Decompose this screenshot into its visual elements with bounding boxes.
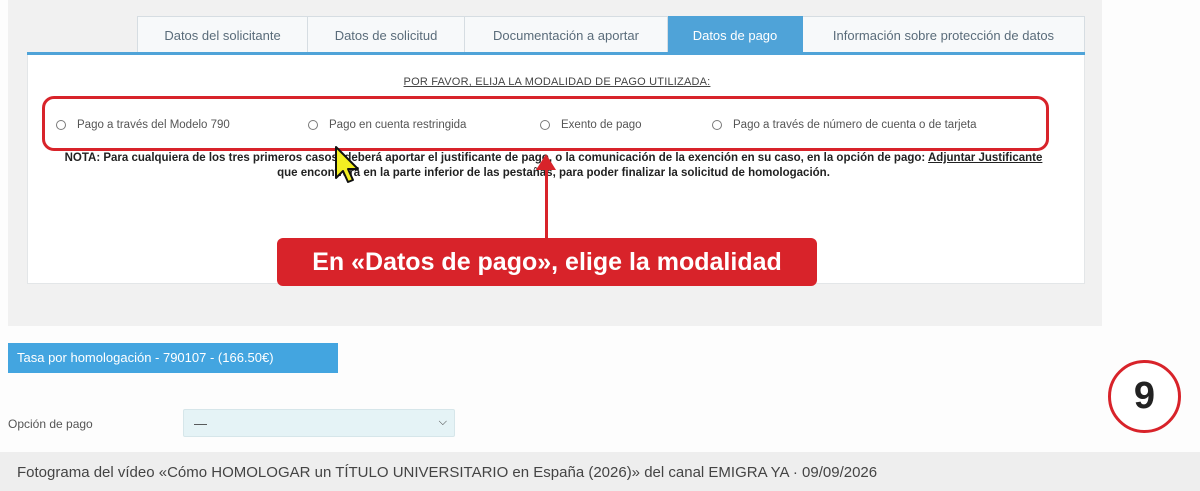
arrow-shaft bbox=[545, 166, 548, 238]
step-badge: 9 bbox=[1108, 360, 1181, 433]
tab-datos-pago[interactable]: Datos de pago bbox=[668, 16, 803, 53]
note-text: Para cualquiera de los tres primeros cas… bbox=[100, 152, 928, 164]
payment-instruction: POR FAVOR, ELIJA LA MODALIDAD DE PAGO UT… bbox=[403, 76, 711, 88]
tab-datos-solicitud[interactable]: Datos de solicitud bbox=[308, 16, 465, 53]
caption-text: Fotograma del vídeo «Cómo HOMOLOGAR un T… bbox=[17, 464, 878, 481]
tasa-header: Tasa por homologación - 790107 - (166.50… bbox=[8, 343, 338, 373]
caption-strip: Fotograma del vídeo «Cómo HOMOLOGAR un T… bbox=[0, 452, 1200, 491]
tab-documentacion[interactable]: Documentación a aportar bbox=[465, 16, 668, 53]
highlight-frame bbox=[42, 96, 1049, 151]
tab-datos-solicitante[interactable]: Datos del solicitante bbox=[137, 16, 308, 53]
chevron-down-icon: ⌵ bbox=[438, 416, 447, 428]
video-frame: Datos del solicitante Datos de solicitud… bbox=[0, 0, 1200, 491]
opcion-pago-select[interactable]: — ⌵ bbox=[183, 409, 455, 437]
tab-proteccion-datos[interactable]: Información sobre protección de datos bbox=[803, 16, 1085, 53]
tab-bar: Datos del solicitante Datos de solicitud… bbox=[137, 16, 1085, 53]
mouse-pointer-icon bbox=[335, 146, 359, 183]
note-lead: NOTA: bbox=[64, 152, 101, 164]
opcion-pago-label: Opción de pago bbox=[8, 417, 93, 431]
select-value: — bbox=[194, 416, 207, 431]
callout-label: En «Datos de pago», elige la modalidad bbox=[277, 238, 817, 286]
adjuntar-justificante-link[interactable]: Adjuntar Justificante bbox=[928, 152, 1042, 164]
